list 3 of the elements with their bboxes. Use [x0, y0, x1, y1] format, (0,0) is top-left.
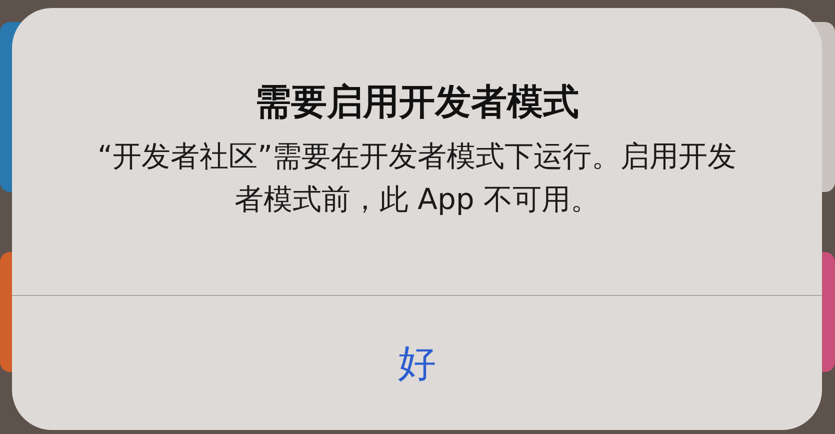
alert-title: 需要启用开发者模式 [255, 81, 579, 125]
ok-button[interactable]: 好 [12, 296, 822, 430]
alert-message: “开发者社区”需要在开发者模式下运行。启用开发者模式前，此 App 不可用。 [97, 138, 737, 218]
